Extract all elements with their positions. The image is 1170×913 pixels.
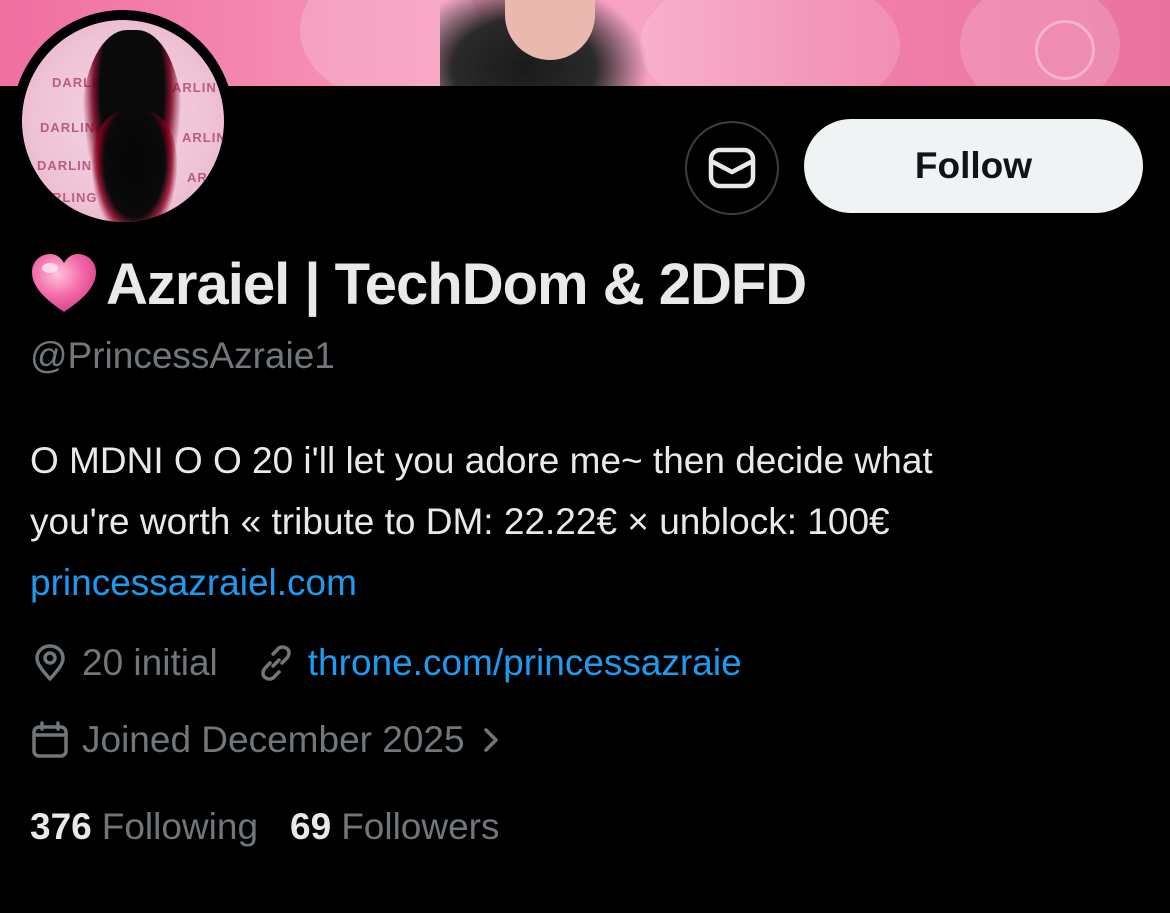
display-name: Azraiel | TechDom & 2DFD xyxy=(30,244,807,324)
avatar-silhouette xyxy=(92,110,177,222)
profile-location: 20 initial xyxy=(82,642,218,683)
profile-joined-row[interactable]: Joined December 2025 xyxy=(30,713,507,767)
bio-link[interactable]: princessazraiel.com xyxy=(30,552,1150,613)
bio-text: you're worth « tribute to DM: 22.22€ × u… xyxy=(30,501,890,542)
profile-handle: @PrincessAzraie1 xyxy=(30,335,335,376)
profile-meta-location-website: 20 initial throne.com/princessazraie xyxy=(30,636,742,690)
display-name-text: Azraiel | TechDom & 2DFD xyxy=(106,251,807,317)
followers-label: Followers xyxy=(341,806,500,847)
location-pin-icon xyxy=(35,644,65,681)
mail-icon xyxy=(708,147,756,189)
banner-seal xyxy=(1035,20,1095,80)
message-button[interactable] xyxy=(685,121,779,215)
avatar-pattern-text: ARL xyxy=(187,170,217,185)
follow-button[interactable]: Follow xyxy=(804,119,1143,213)
pink-heart-icon xyxy=(32,254,96,312)
avatar-pattern-text: ARLIN xyxy=(182,130,224,145)
profile-joined-date: Joined December 2025 xyxy=(82,719,465,760)
banner-decoration xyxy=(640,0,900,86)
bio-text: O MDNI O O 20 i'll let you adore me~ the… xyxy=(30,440,933,481)
avatar[interactable]: DARLING DARLING DARLIN RLING ARLIN ARLIN… xyxy=(12,10,234,232)
link-icon xyxy=(261,645,291,681)
following-stat[interactable]: 376 Following xyxy=(30,806,258,848)
followers-count: 69 xyxy=(290,806,332,847)
profile-bio: O MDNI O O 20 i'll let you adore me~ the… xyxy=(30,430,1150,613)
profile-stats: 376 Following 69 Followers xyxy=(30,800,500,854)
following-count: 376 xyxy=(30,806,92,847)
chevron-right-icon xyxy=(483,728,498,752)
calendar-icon xyxy=(32,721,68,758)
avatar-image: DARLING DARLING DARLIN RLING ARLIN ARLIN… xyxy=(22,20,224,222)
profile-website-link[interactable]: throne.com/princessazraie xyxy=(308,642,742,684)
followers-stat[interactable]: 69 Followers xyxy=(290,806,499,848)
following-label: Following xyxy=(101,806,259,847)
